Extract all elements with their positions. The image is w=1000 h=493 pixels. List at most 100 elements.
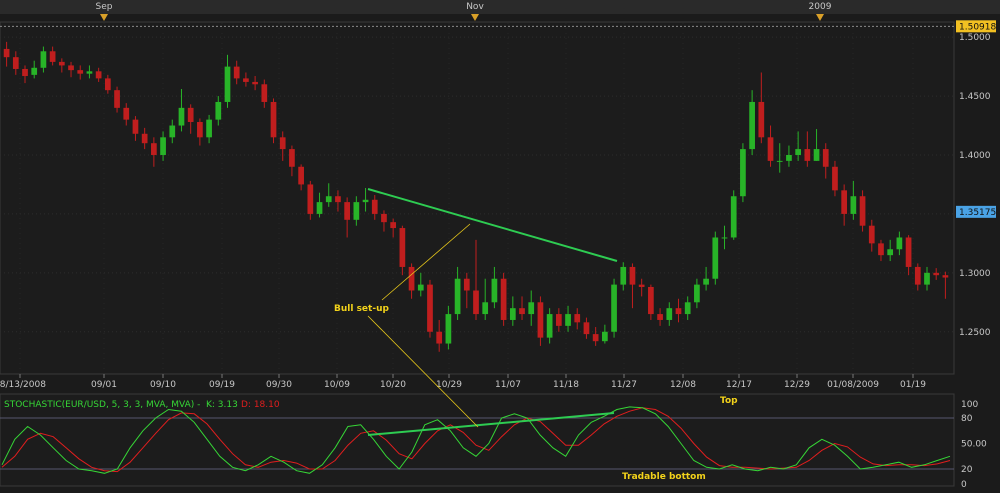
candle-body bbox=[648, 286, 654, 315]
price-tick-label: 1.4000 bbox=[959, 151, 991, 161]
high-price-marker-label: 1.50918 bbox=[959, 22, 996, 32]
candle-body bbox=[417, 284, 424, 291]
candle-body bbox=[574, 314, 581, 323]
candle-body bbox=[675, 308, 682, 315]
candle-body bbox=[114, 90, 120, 108]
date-tick-label: 09/10 bbox=[150, 380, 176, 390]
candle bbox=[270, 98, 277, 144]
candle bbox=[500, 272, 507, 326]
candle-body bbox=[638, 284, 645, 287]
price-tick-label: 1.3000 bbox=[959, 269, 991, 279]
date-tick-label: 01/08/2009 bbox=[827, 380, 879, 390]
date-tick-label: 09/19 bbox=[209, 380, 235, 390]
candle-body bbox=[721, 237, 728, 239]
candle-body bbox=[344, 202, 350, 220]
candle-body bbox=[371, 199, 378, 214]
stochastic-tick-label: 80 bbox=[961, 414, 973, 424]
candle-body bbox=[841, 190, 848, 214]
candle-body bbox=[786, 154, 792, 161]
month-strip bbox=[0, 0, 1000, 14]
candle-body bbox=[353, 202, 360, 220]
candle-body bbox=[187, 107, 194, 122]
date-tick-label: 11/27 bbox=[611, 380, 637, 390]
candle-body bbox=[804, 149, 811, 161]
candle-body bbox=[206, 119, 212, 138]
candle-body bbox=[519, 308, 525, 315]
candle-body bbox=[813, 149, 820, 161]
candle-body bbox=[905, 237, 912, 267]
candle-body bbox=[942, 275, 949, 278]
candle-body bbox=[298, 166, 304, 185]
candle-body bbox=[555, 314, 562, 326]
candle-body bbox=[924, 272, 930, 285]
price-panel bbox=[0, 21, 955, 375]
candle-body bbox=[362, 199, 369, 203]
price-tick-label: 1.2500 bbox=[959, 328, 991, 338]
candle-body bbox=[528, 302, 535, 315]
candle-body bbox=[132, 119, 139, 134]
candle-body bbox=[261, 84, 268, 102]
candle-body bbox=[740, 149, 746, 197]
candle-body bbox=[58, 61, 65, 66]
date-tick-label: 12/29 bbox=[784, 380, 810, 390]
candle-body bbox=[390, 222, 397, 229]
candle-body bbox=[77, 70, 84, 74]
top-label: Top bbox=[720, 396, 738, 406]
candle-body bbox=[730, 196, 737, 238]
candle-body bbox=[454, 278, 461, 315]
candle bbox=[740, 143, 746, 203]
candle-body bbox=[767, 137, 774, 161]
candle bbox=[427, 279, 433, 338]
candle-body bbox=[40, 51, 47, 68]
stochastic-tick-label: 100 bbox=[961, 400, 978, 410]
candle-body bbox=[602, 331, 608, 342]
candle-body bbox=[822, 149, 829, 167]
price-tick-label: 1.4500 bbox=[959, 92, 991, 102]
date-tick-label: 08/13/2008 bbox=[0, 380, 46, 390]
candle-body bbox=[436, 331, 443, 344]
date-tick-label: 09/01 bbox=[91, 380, 117, 390]
candle bbox=[611, 278, 617, 338]
candle-body bbox=[657, 314, 663, 320]
candle-body bbox=[463, 278, 470, 291]
candle-body bbox=[868, 225, 875, 244]
date-tick-label: 11/18 bbox=[553, 380, 579, 390]
candle-body bbox=[878, 243, 884, 256]
candle-body bbox=[473, 290, 479, 315]
bull-setup-label: Bull set-up bbox=[334, 304, 389, 314]
candle-body bbox=[703, 278, 709, 285]
candle-body bbox=[252, 81, 258, 85]
candle-body bbox=[178, 107, 185, 126]
date-tick-label: 09/30 bbox=[266, 380, 292, 390]
candle-body bbox=[592, 334, 599, 342]
candle-body bbox=[381, 213, 387, 223]
candle-body bbox=[887, 249, 894, 256]
candle-body bbox=[86, 71, 93, 74]
stochastic-k-label: K: 3.13 bbox=[206, 400, 238, 410]
candle-body bbox=[749, 101, 755, 150]
candle-body bbox=[509, 308, 516, 320]
candle-body bbox=[316, 202, 323, 214]
candle-body bbox=[289, 149, 295, 167]
candle-body bbox=[537, 302, 544, 338]
candle-body bbox=[279, 137, 286, 150]
candle bbox=[712, 231, 719, 285]
candle-body bbox=[307, 184, 314, 214]
candle-body bbox=[408, 266, 415, 291]
stochastic-tick-label: 50.00 bbox=[961, 440, 987, 450]
last-price-marker-label: 1.35175 bbox=[959, 208, 996, 218]
date-tick-label: 10/09 bbox=[324, 380, 350, 390]
candle-body bbox=[565, 314, 571, 326]
candle-body bbox=[482, 302, 489, 315]
candle-body bbox=[123, 107, 130, 120]
candle-body bbox=[104, 78, 111, 91]
candle-body bbox=[832, 166, 838, 191]
candle-body bbox=[684, 302, 691, 315]
candle-body bbox=[583, 322, 590, 335]
candle-body bbox=[620, 266, 627, 285]
candle bbox=[730, 190, 737, 240]
month-label-2009: 2009 bbox=[809, 2, 832, 12]
month-label-sep: Sep bbox=[96, 2, 113, 12]
candle-body bbox=[169, 125, 176, 138]
candle-body bbox=[233, 66, 240, 79]
